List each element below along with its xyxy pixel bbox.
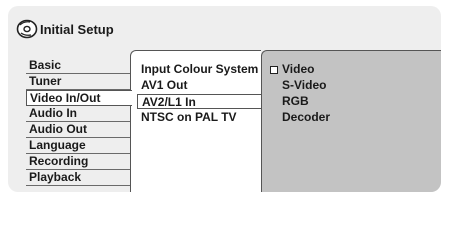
setting-ntsc-on-pal-tv[interactable]: NTSC on PAL TV: [141, 110, 237, 125]
menu-item-audio-out[interactable]: Audio Out: [26, 122, 130, 138]
menu-item-audio-in[interactable]: Audio In: [26, 106, 130, 122]
checkbox-icon: [270, 66, 278, 74]
menu-item-playback[interactable]: Playback: [26, 170, 130, 186]
menu-item-language[interactable]: Language: [26, 138, 130, 154]
option-decoder[interactable]: Decoder: [282, 110, 330, 125]
options-panel: Video S-Video RGB Decoder: [261, 50, 441, 192]
category-menu: Basic Tuner Video In/Out Audio In Audio …: [26, 58, 132, 186]
option-s-video[interactable]: S-Video: [282, 78, 326, 93]
option-row-video[interactable]: Video: [262, 62, 441, 77]
title-bar: Initial Setup: [16, 19, 114, 39]
menu-item-basic[interactable]: Basic: [26, 58, 130, 74]
disc-icon: [16, 19, 38, 39]
setup-screen: Initial Setup Basic Tuner Video In/Out A…: [8, 6, 441, 192]
setting-av2-l1-in[interactable]: AV2/L1 In: [137, 94, 261, 109]
menu-item-video-in-out[interactable]: Video In/Out: [26, 90, 132, 106]
settings-panel: Input Colour System AV1 Out AV2/L1 In NT…: [130, 50, 261, 192]
menu-item-recording[interactable]: Recording: [26, 154, 130, 170]
setting-av1-out[interactable]: AV1 Out: [141, 78, 187, 93]
option-video: Video: [282, 62, 315, 76]
option-rgb[interactable]: RGB: [282, 94, 309, 109]
setting-input-colour-system[interactable]: Input Colour System: [141, 62, 258, 77]
page-title: Initial Setup: [40, 21, 114, 37]
menu-item-tuner[interactable]: Tuner: [26, 74, 130, 90]
